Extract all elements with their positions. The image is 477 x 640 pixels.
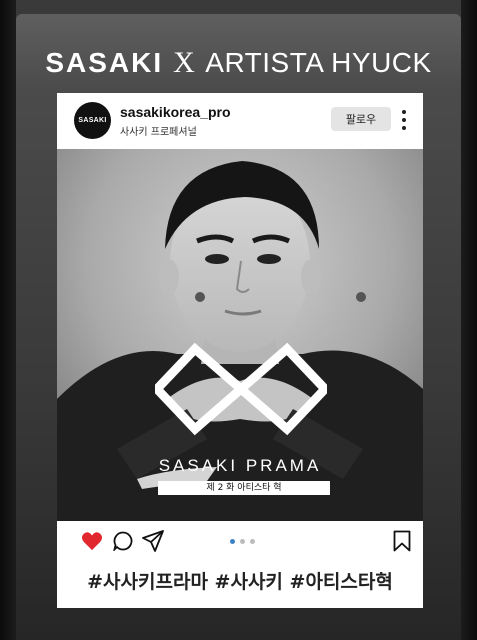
post-photo[interactable]: SASAKI PRAMA 제 2 화 아티스타 혁 <box>57 149 423 521</box>
episode-caption: 제 2 화 아티스타 혁 <box>158 481 330 495</box>
heart-icon[interactable] <box>81 531 103 551</box>
avatar[interactable]: SASAKI <box>74 102 111 139</box>
comment-icon[interactable] <box>113 531 133 551</box>
account-subtitle: 사사키 프로페셔널 <box>120 127 197 138</box>
brand-artista-hyuck: ARTISTA HYUCK <box>205 47 432 78</box>
username[interactable]: sasakikorea_pro <box>120 104 231 120</box>
bookmark-icon[interactable] <box>393 530 411 552</box>
more-vertical-icon[interactable] <box>399 109 409 131</box>
carousel-dot-3[interactable] <box>250 539 255 544</box>
right-edge <box>461 0 477 640</box>
hashtags[interactable]: #사사키프라마 #사사키 #아티스타혁 <box>57 567 423 594</box>
carousel-dot-1[interactable] <box>230 539 235 544</box>
brand-header: SASAKI X ARTISTA HYUCK <box>0 46 477 80</box>
instagram-post-card: SASAKI sasakikorea_pro 사사키 프로페셔널 팔로우 SAS… <box>57 93 423 608</box>
carousel-indicator <box>230 539 255 544</box>
share-icon[interactable] <box>142 530 164 552</box>
follow-button[interactable]: 팔로우 <box>331 107 391 131</box>
left-edge <box>0 0 16 640</box>
brand-collab-x: X <box>173 46 196 79</box>
sasaki-prama-logo-mark <box>155 342 327 436</box>
brand-sasaki: SASAKI <box>45 47 164 78</box>
post-header: SASAKI sasakikorea_pro 사사키 프로페셔널 팔로우 <box>57 93 423 149</box>
carousel-dot-2[interactable] <box>240 539 245 544</box>
post-actions <box>57 521 423 559</box>
sasaki-prama-title: SASAKI PRAMA <box>158 456 322 475</box>
